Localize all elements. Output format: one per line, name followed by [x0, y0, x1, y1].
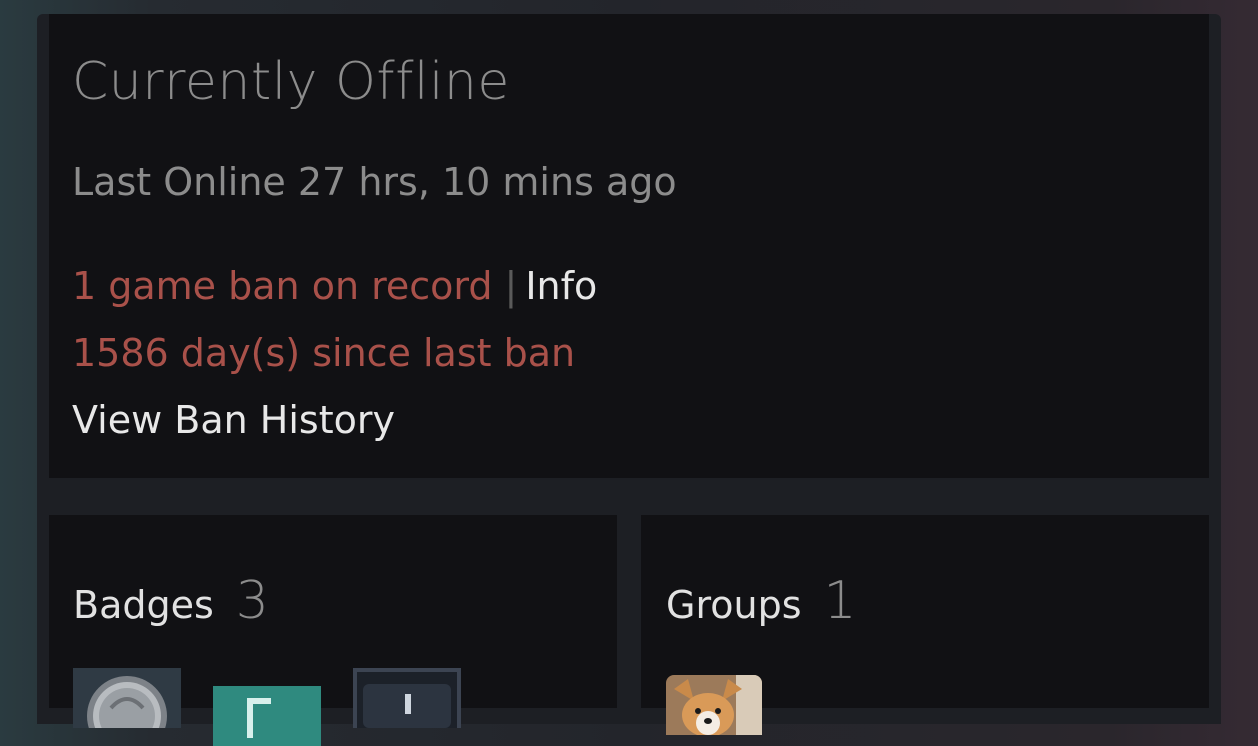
- groups-count: 1: [823, 571, 857, 631]
- teal-badge-icon[interactable]: [213, 686, 321, 746]
- ban-separator: |: [504, 264, 518, 308]
- online-status-title: Currently Offline: [72, 52, 510, 112]
- badges-count: 3: [235, 571, 269, 631]
- groups-card: Groups 1: [641, 515, 1209, 735]
- view-ban-history-link[interactable]: View Ban History: [72, 398, 395, 442]
- badges-title-link[interactable]: Badges: [73, 583, 214, 627]
- badges-header: Badges 3: [73, 571, 269, 631]
- days-since-ban-text: 1586 day(s) since last ban: [72, 331, 576, 375]
- silver-coin-badge-icon[interactable]: [73, 668, 181, 728]
- groups-header: Groups 1: [666, 571, 857, 631]
- dark-frame-badge-icon[interactable]: [353, 668, 461, 728]
- corgi-group-avatar[interactable]: [666, 675, 762, 735]
- ban-record-line: 1 game ban on record | Info: [72, 264, 597, 308]
- last-online-text: Last Online 27 hrs, 10 mins ago: [72, 160, 677, 204]
- ban-info-link[interactable]: Info: [525, 264, 597, 308]
- badges-card: Badges 3: [49, 515, 617, 746]
- groups-title-link[interactable]: Groups: [666, 583, 802, 627]
- ban-count-text: 1 game ban on record: [72, 264, 493, 308]
